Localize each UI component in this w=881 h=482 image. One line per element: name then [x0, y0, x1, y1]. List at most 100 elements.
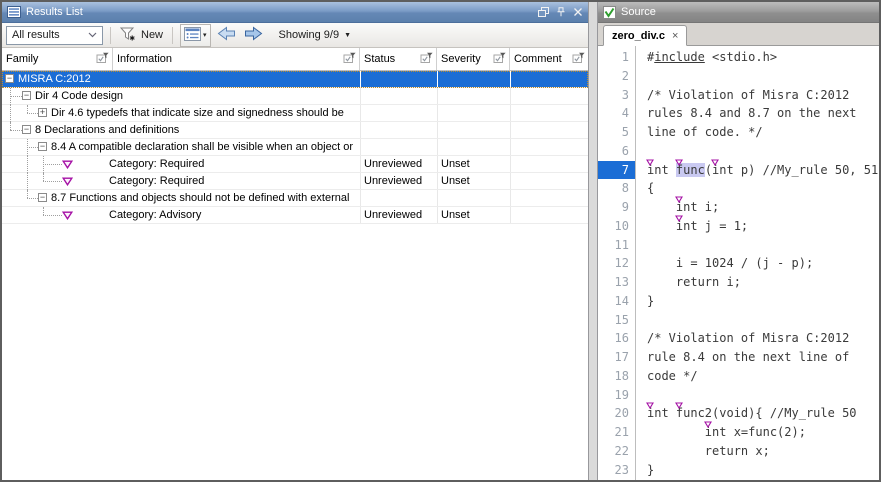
column-header-label: Information: [117, 53, 172, 65]
column-header-severity[interactable]: Severity: [437, 48, 510, 70]
collapse-toggle[interactable]: −: [22, 125, 31, 134]
results-list-titlebar[interactable]: Results List: [2, 2, 588, 23]
severity-cell: Unset: [441, 209, 470, 221]
result-group-label: MISRA C:2012: [18, 73, 91, 85]
results-list-icon: [7, 6, 21, 18]
severity-cell: Unset: [441, 175, 470, 187]
column-filter-icon[interactable]: [572, 52, 585, 67]
column-header-family[interactable]: Family: [2, 48, 113, 70]
code-line[interactable]: 19: [598, 386, 879, 405]
code-line[interactable]: 10 int j = 1;: [598, 217, 879, 236]
pane-splitter[interactable]: [589, 2, 597, 480]
source-pane: Source zero_div.c × 1#include <stdio.h>2…: [597, 2, 879, 480]
results-grid-header: Family Information Status Severity Comment: [2, 48, 588, 71]
code-line[interactable]: 16/* Violation of Misra C:2012: [598, 329, 879, 348]
result-group-label: 8.7 Functions and objects should not be …: [51, 192, 349, 204]
code-line[interactable]: 5line of code. */: [598, 123, 879, 142]
tree-guide: [43, 181, 62, 182]
code-line[interactable]: 2: [598, 67, 879, 86]
code-line[interactable]: 12 i = 1024 / (j - p);: [598, 254, 879, 273]
column-header-information[interactable]: Information: [113, 48, 360, 70]
collapse-toggle[interactable]: −: [38, 142, 47, 151]
tab-zero-div-c[interactable]: zero_div.c ×: [603, 25, 687, 46]
code-line[interactable]: 1#include <stdio.h>: [598, 48, 879, 67]
pin-icon[interactable]: [556, 7, 566, 17]
restore-icon[interactable]: [538, 7, 549, 17]
funnel-star-icon: [120, 26, 137, 45]
table-row[interactable]: −8.4 A compatible declaration shall be v…: [2, 139, 588, 156]
results-filter-dropdown[interactable]: All results: [6, 26, 103, 45]
purple-triangle-down-icon: [62, 177, 73, 186]
code-text: /* Violation of Misra C:2012: [647, 86, 849, 105]
code-line[interactable]: 3/* Violation of Misra C:2012: [598, 86, 879, 105]
tree-guide: [43, 164, 62, 165]
code-line[interactable]: 22 return x;: [598, 442, 879, 461]
purple-triangle-down-icon: [62, 160, 73, 169]
expand-toggle[interactable]: +: [38, 108, 47, 117]
prev-result-button[interactable]: [215, 25, 238, 45]
code-line[interactable]: 20int func2(void){ //My_rule 50: [598, 404, 879, 423]
column-filter-icon[interactable]: [493, 52, 506, 67]
column-filter-icon[interactable]: [96, 52, 109, 67]
view-menu-button[interactable]: ▾: [180, 24, 211, 47]
column-header-label: Severity: [441, 53, 481, 65]
table-row[interactable]: −Dir 4 Code design: [2, 88, 588, 105]
purple-triangle-down-icon: [675, 215, 683, 222]
line-number: 17: [598, 348, 635, 367]
results-filter-value: All results: [12, 29, 60, 41]
code-line[interactable]: 6: [598, 142, 879, 161]
source-titlebar[interactable]: Source: [598, 2, 879, 23]
code-line[interactable]: 4 rules 8.4 and 8.7 on the next: [598, 104, 879, 123]
severity-cell: Unset: [441, 158, 470, 170]
code-line[interactable]: 21 int x=func(2);: [598, 423, 879, 442]
column-header-status[interactable]: Status: [360, 48, 437, 70]
new-filter-button[interactable]: New: [118, 25, 165, 46]
code-text: rule 8.4 on the next line of: [647, 348, 849, 367]
code-line[interactable]: 8{: [598, 179, 879, 198]
code-line[interactable]: 7int func(int p) //My_rule 50, 51: [598, 161, 879, 180]
code-line[interactable]: 17 rule 8.4 on the next line of: [598, 348, 879, 367]
code-line[interactable]: 18code */: [598, 367, 879, 386]
line-number: 20: [598, 404, 635, 423]
code-text: int x=func(2);: [647, 423, 806, 442]
column-header-comment[interactable]: Comment: [510, 48, 588, 70]
tab-close-icon[interactable]: ×: [672, 30, 678, 42]
table-row[interactable]: −8 Declarations and definitions: [2, 122, 588, 139]
line-number: 13: [598, 273, 635, 292]
purple-triangle-down-icon: [675, 196, 683, 203]
table-row[interactable]: −8.7 Functions and objects should not be…: [2, 190, 588, 207]
code-line[interactable]: 13 return i;: [598, 273, 879, 292]
code-line[interactable]: 15: [598, 311, 879, 330]
table-row[interactable]: Category: RequiredUnreviewedUnset: [2, 173, 588, 190]
close-icon[interactable]: [573, 7, 583, 17]
code-line[interactable]: 23}: [598, 461, 879, 480]
table-row[interactable]: −MISRA C:2012: [2, 71, 588, 88]
collapse-toggle[interactable]: −: [38, 193, 47, 202]
purple-triangle-down-icon: [646, 159, 654, 166]
line-number: 4: [598, 104, 635, 123]
table-row[interactable]: +Dir 4.6 typedefs that indicate size and…: [2, 105, 588, 122]
line-number: 5: [598, 123, 635, 142]
code-text: return x;: [647, 442, 770, 461]
collapse-toggle[interactable]: −: [22, 91, 31, 100]
table-row[interactable]: Category: RequiredUnreviewedUnset: [2, 156, 588, 173]
code-text: rules 8.4 and 8.7 on the next: [647, 104, 857, 123]
column-filter-icon[interactable]: [420, 52, 433, 67]
code-line[interactable]: 9 int i;: [598, 198, 879, 217]
line-number: 14: [598, 292, 635, 311]
line-number: 12: [598, 254, 635, 273]
dropdown-arrow-icon: ▼: [344, 32, 351, 39]
code-text: code */: [647, 367, 698, 386]
collapse-toggle[interactable]: −: [5, 74, 14, 83]
column-filter-icon[interactable]: [343, 52, 356, 67]
tree-guide: [27, 105, 28, 113]
code-line[interactable]: 11: [598, 236, 879, 255]
code-line[interactable]: 14}: [598, 292, 879, 311]
table-row[interactable]: Category: AdvisoryUnreviewedUnset: [2, 207, 588, 224]
status-cell: Unreviewed: [364, 158, 422, 170]
source-code-area[interactable]: 1#include <stdio.h>23/* Violation of Mis…: [598, 46, 879, 480]
showing-dropdown[interactable]: Showing 9/9 ▼: [279, 29, 351, 41]
next-result-button[interactable]: [242, 25, 265, 45]
tree-guide: [43, 173, 44, 181]
status-cell: Unreviewed: [364, 175, 422, 187]
